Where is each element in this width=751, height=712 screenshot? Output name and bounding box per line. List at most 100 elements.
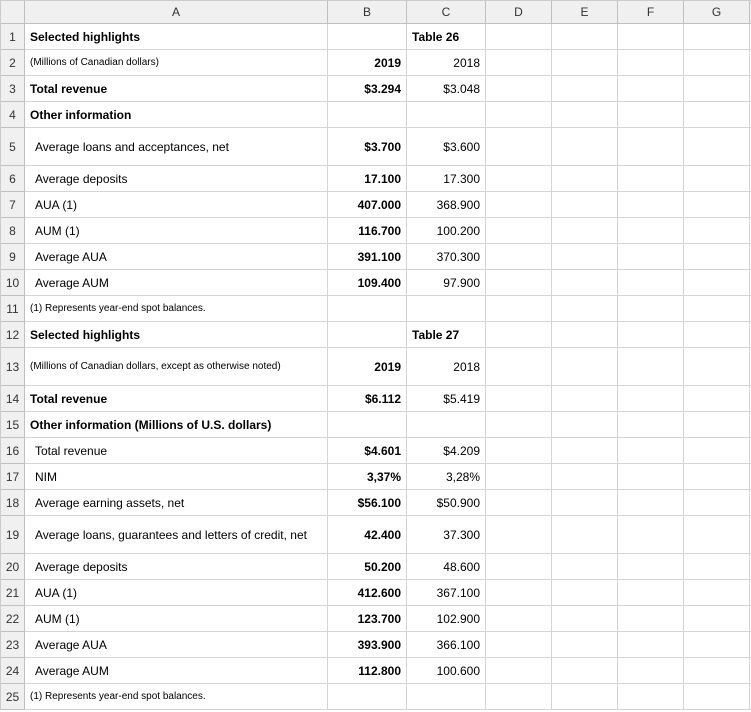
cell-A7[interactable]: AUA (1) (25, 192, 328, 218)
cell-B15[interactable] (328, 412, 407, 438)
cell-D12[interactable] (486, 322, 552, 348)
cell-E4[interactable] (552, 102, 618, 128)
cell-D11[interactable] (486, 296, 552, 322)
cell-B21[interactable]: 412.600 (328, 580, 407, 606)
row-header[interactable]: 9 (1, 244, 25, 270)
cell-B4[interactable] (328, 102, 407, 128)
row-header[interactable]: 18 (1, 490, 25, 516)
cell-C10[interactable]: 97.900 (407, 270, 486, 296)
cell-B1[interactable] (328, 24, 407, 50)
cell-C7[interactable]: 368.900 (407, 192, 486, 218)
cell-B18[interactable]: $56.100 (328, 490, 407, 516)
cell-D15[interactable] (486, 412, 552, 438)
cell-D2[interactable] (486, 50, 552, 76)
cell-E6[interactable] (552, 166, 618, 192)
cell-A3[interactable]: Total revenue (25, 76, 328, 102)
cell-E25[interactable] (552, 684, 618, 710)
cell-F25[interactable] (618, 684, 684, 710)
cell-A24[interactable]: Average AUM (25, 658, 328, 684)
cell-B14[interactable]: $6.112 (328, 386, 407, 412)
cell-E3[interactable] (552, 76, 618, 102)
cell-D8[interactable] (486, 218, 552, 244)
cell-F12[interactable] (618, 322, 684, 348)
row-header[interactable]: 3 (1, 76, 25, 102)
row-header[interactable]: 8 (1, 218, 25, 244)
cell-B6[interactable]: 17.100 (328, 166, 407, 192)
cell-D22[interactable] (486, 606, 552, 632)
cell-G10[interactable] (684, 270, 750, 296)
col-header-A[interactable]: A (25, 1, 328, 24)
cell-G4[interactable] (684, 102, 750, 128)
cell-C16[interactable]: $4.209 (407, 438, 486, 464)
cell-D18[interactable] (486, 490, 552, 516)
cell-E22[interactable] (552, 606, 618, 632)
cell-E19[interactable] (552, 516, 618, 554)
cell-D19[interactable] (486, 516, 552, 554)
cell-G25[interactable] (684, 684, 750, 710)
cell-F5[interactable] (618, 128, 684, 166)
cell-C11[interactable] (407, 296, 486, 322)
cell-E11[interactable] (552, 296, 618, 322)
cell-A15[interactable]: Other information (Millions of U.S. doll… (25, 412, 328, 438)
cell-B16[interactable]: $4.601 (328, 438, 407, 464)
cell-D23[interactable] (486, 632, 552, 658)
cell-G9[interactable] (684, 244, 750, 270)
cell-F11[interactable] (618, 296, 684, 322)
cell-A2[interactable]: (Millions of Canadian dollars) (25, 50, 328, 76)
cell-G21[interactable] (684, 580, 750, 606)
cell-B3[interactable]: $3.294 (328, 76, 407, 102)
cell-C17[interactable]: 3,28% (407, 464, 486, 490)
cell-A18[interactable]: Average earning assets, net (25, 490, 328, 516)
cell-D17[interactable] (486, 464, 552, 490)
cell-D9[interactable] (486, 244, 552, 270)
cell-G11[interactable] (684, 296, 750, 322)
cell-F19[interactable] (618, 516, 684, 554)
cell-A13[interactable]: (Millions of Canadian dollars, except as… (25, 348, 328, 386)
cell-B7[interactable]: 407.000 (328, 192, 407, 218)
cell-E8[interactable] (552, 218, 618, 244)
cell-G20[interactable] (684, 554, 750, 580)
cell-F17[interactable] (618, 464, 684, 490)
cell-F15[interactable] (618, 412, 684, 438)
cell-B11[interactable] (328, 296, 407, 322)
cell-E14[interactable] (552, 386, 618, 412)
cell-B10[interactable]: 109.400 (328, 270, 407, 296)
col-header-D[interactable]: D (486, 1, 552, 24)
row-header[interactable]: 2 (1, 50, 25, 76)
cell-D21[interactable] (486, 580, 552, 606)
cell-D1[interactable] (486, 24, 552, 50)
cell-F22[interactable] (618, 606, 684, 632)
cell-A16[interactable]: Total revenue (25, 438, 328, 464)
cell-D6[interactable] (486, 166, 552, 192)
cell-B23[interactable]: 393.900 (328, 632, 407, 658)
cell-C25[interactable] (407, 684, 486, 710)
cell-D4[interactable] (486, 102, 552, 128)
cell-F23[interactable] (618, 632, 684, 658)
cell-E16[interactable] (552, 438, 618, 464)
cell-E10[interactable] (552, 270, 618, 296)
row-header[interactable]: 5 (1, 128, 25, 166)
cell-C9[interactable]: 370.300 (407, 244, 486, 270)
cell-A9[interactable]: Average AUA (25, 244, 328, 270)
cell-B8[interactable]: 116.700 (328, 218, 407, 244)
cell-G5[interactable] (684, 128, 750, 166)
cell-B22[interactable]: 123.700 (328, 606, 407, 632)
cell-B13[interactable]: 2019 (328, 348, 407, 386)
cell-C18[interactable]: $50.900 (407, 490, 486, 516)
cell-C2[interactable]: 2018 (407, 50, 486, 76)
cell-C8[interactable]: 100.200 (407, 218, 486, 244)
row-header[interactable]: 6 (1, 166, 25, 192)
cell-B12[interactable] (328, 322, 407, 348)
cell-E5[interactable] (552, 128, 618, 166)
cell-E17[interactable] (552, 464, 618, 490)
cell-C21[interactable]: 367.100 (407, 580, 486, 606)
cell-A5[interactable]: Average loans and acceptances, net (25, 128, 328, 166)
cell-E12[interactable] (552, 322, 618, 348)
cell-A4[interactable]: Other information (25, 102, 328, 128)
cell-A10[interactable]: Average AUM (25, 270, 328, 296)
row-header[interactable]: 14 (1, 386, 25, 412)
col-header-F[interactable]: F (618, 1, 684, 24)
cell-G24[interactable] (684, 658, 750, 684)
cell-D10[interactable] (486, 270, 552, 296)
cell-A22[interactable]: AUM (1) (25, 606, 328, 632)
